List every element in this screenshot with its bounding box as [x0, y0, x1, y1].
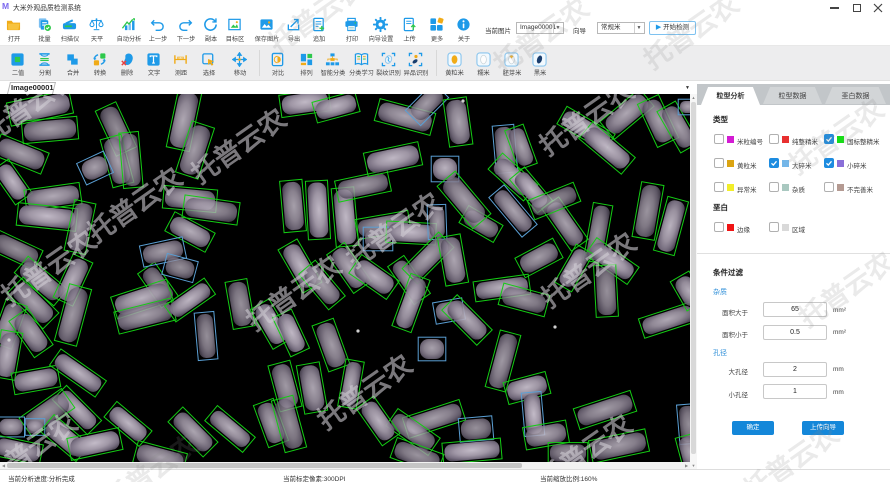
svg-text:MM: MM	[178, 57, 182, 60]
